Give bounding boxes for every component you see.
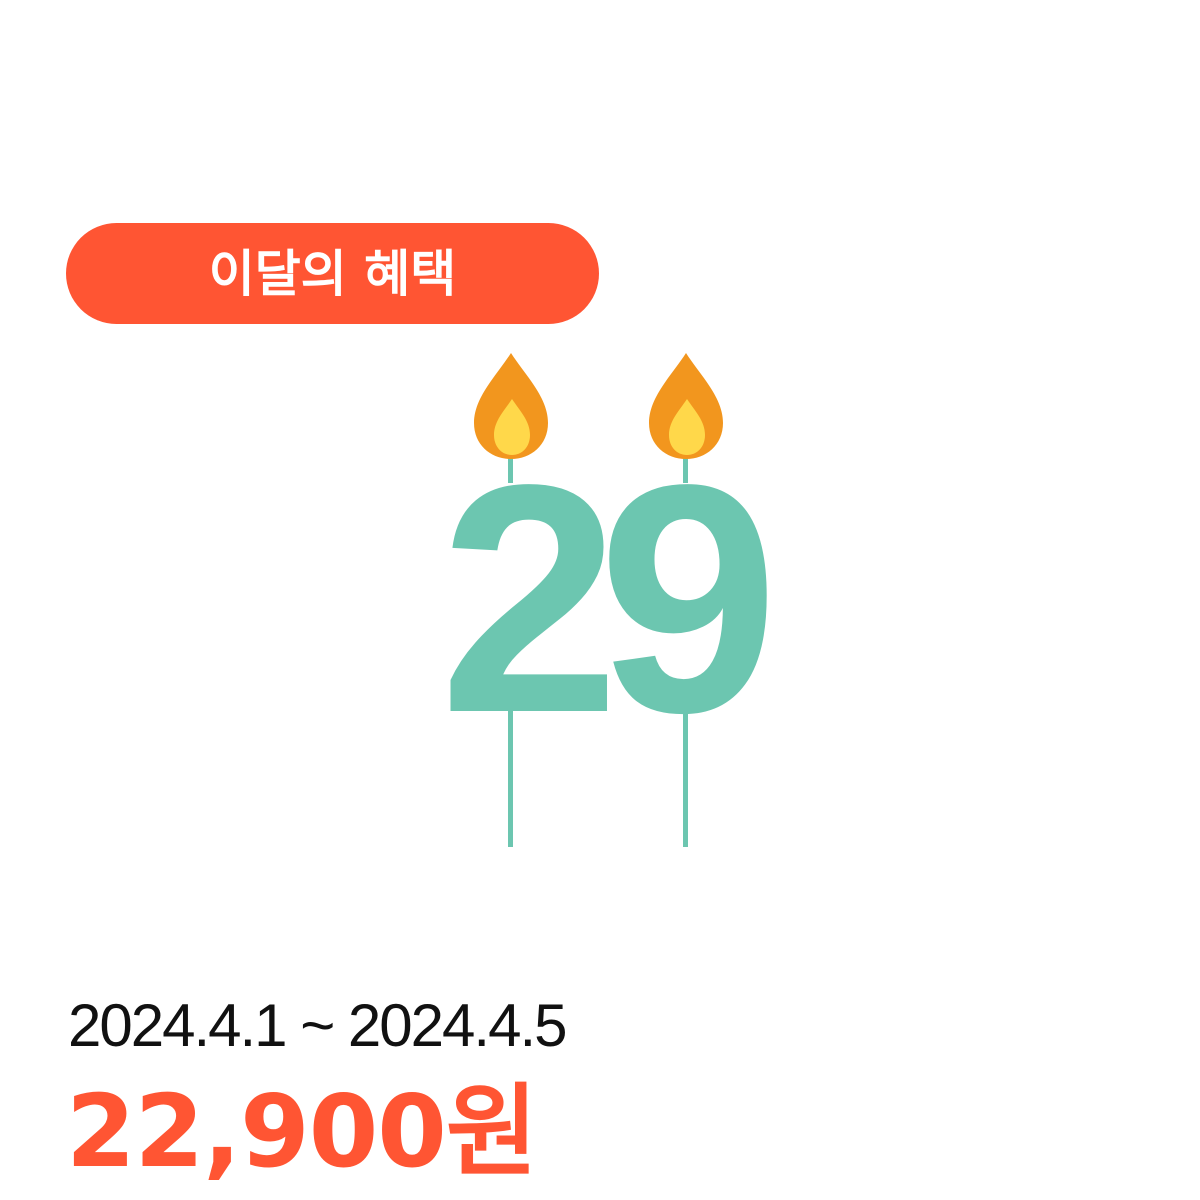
promotion-period: 2024.4.1 ~ 2024.4.5	[68, 992, 567, 1059]
badge-label: 이달의 혜택	[208, 244, 457, 303]
promo-card: 이달의 혜택 29 2024.4.1 ~ 2024.4.5 22,900원	[0, 0, 1200, 1200]
promotion-price: 22,900원	[66, 1073, 538, 1190]
birthday-candle: 29	[420, 345, 780, 855]
candle-number: 29	[439, 417, 770, 780]
monthly-benefit-badge: 이달의 혜택	[66, 223, 599, 324]
